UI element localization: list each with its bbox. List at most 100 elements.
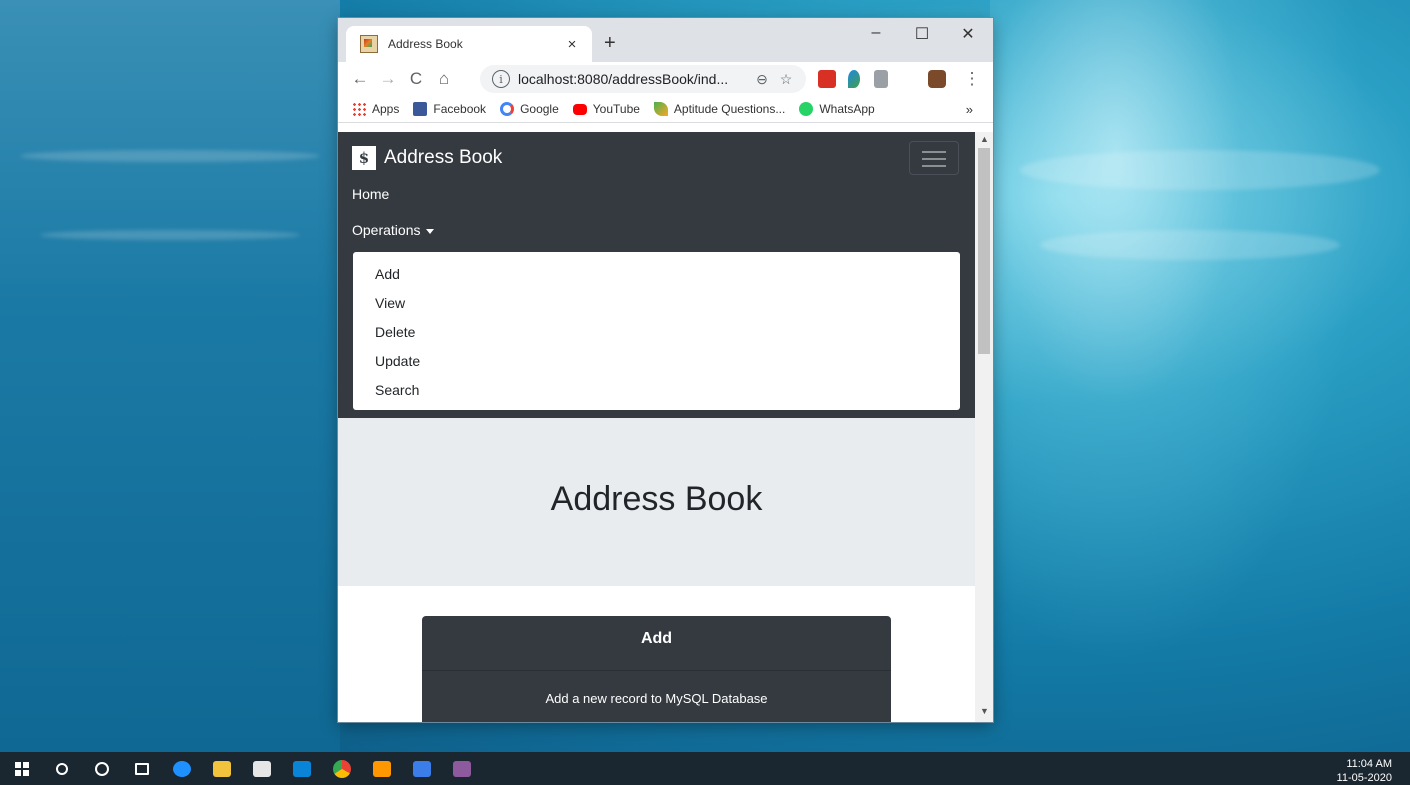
bookmark-label: Aptitude Questions... <box>673 102 786 116</box>
desktop-wallpaper-left <box>0 0 340 752</box>
taskbar-mail[interactable] <box>284 752 320 785</box>
bookmark-facebook[interactable]: Facebook <box>413 102 486 116</box>
bookmark-star-icon[interactable]: ☆ <box>774 71 798 88</box>
bookmark-whatsapp[interactable]: WhatsApp <box>799 102 875 116</box>
wallpaper-streak <box>40 230 300 240</box>
dropdown-item-add[interactable]: Add <box>353 260 960 289</box>
back-icon[interactable]: ← <box>346 69 374 89</box>
clock-time: 11:04 AM <box>1346 758 1392 770</box>
add-card[interactable]: Add Add a new record to MySQL Database <box>422 616 891 722</box>
card-description: Add a new record to MySQL Database <box>545 691 768 706</box>
profile-avatar[interactable] <box>928 70 946 88</box>
extension-feather-icon[interactable] <box>848 70 860 88</box>
forward-icon[interactable]: → <box>374 69 402 89</box>
favicon-icon <box>360 35 378 53</box>
dropdown-item-delete[interactable]: Delete <box>353 318 960 347</box>
cortana-button[interactable] <box>84 752 120 785</box>
taskbar-edge[interactable] <box>164 752 200 785</box>
minimize-button[interactable]: – <box>864 24 888 42</box>
aptitude-icon <box>653 102 668 116</box>
scroll-down-icon[interactable]: ▼ <box>980 706 989 716</box>
address-bar[interactable]: i localhost:8080/addressBook/ind... ⊖ ☆ <box>480 65 806 93</box>
reload-icon[interactable]: C <box>402 69 430 89</box>
tab-title: Address Book <box>388 37 463 51</box>
store-icon <box>253 760 271 777</box>
bookmark-google[interactable]: Google <box>500 102 559 116</box>
extension-download-icon[interactable] <box>874 70 888 88</box>
bookmark-label: Apps <box>372 102 400 116</box>
bookmark-aptitude[interactable]: Aptitude Questions... <box>653 102 786 116</box>
youtube-icon <box>572 103 587 115</box>
nav-dropdown-operations[interactable]: Operations <box>352 222 435 238</box>
search-button[interactable] <box>44 752 80 785</box>
whatsapp-icon <box>799 102 814 116</box>
taskbar-file-explorer[interactable] <box>204 752 240 785</box>
brand-logo-icon: $ <box>352 146 376 170</box>
close-button[interactable]: ✕ <box>956 24 980 44</box>
caret-down-icon <box>426 228 435 234</box>
taskbar-store[interactable] <box>244 752 280 785</box>
clock-date: 11-05-2020 <box>1336 772 1392 784</box>
bookmark-apps[interactable]: Apps <box>352 102 399 116</box>
edge-icon <box>173 760 191 777</box>
page-viewport: $ Address Book Home Operations Add View … <box>338 132 975 722</box>
jumbotron-title: Address Book <box>550 480 763 518</box>
mail-icon <box>293 760 311 777</box>
browser-titlebar: Address Book × + – ☐ ✕ <box>338 18 993 62</box>
dropdown-item-search[interactable]: Search <box>353 376 960 405</box>
bookmarks-more-icon[interactable]: » <box>966 102 973 117</box>
browser-toolbar: ← → C ⌂ i localhost:8080/addressBook/ind… <box>338 62 993 96</box>
nav-link-home[interactable]: Home <box>352 186 389 202</box>
extension-adblock-icon[interactable] <box>818 70 836 88</box>
system-clock[interactable]: 11:04 AM 11-05-2020 <box>1337 757 1392 785</box>
brand-text: Address Book <box>384 147 503 168</box>
navbar-toggler-button[interactable] <box>909 141 959 175</box>
card-title: Add <box>422 616 891 671</box>
cortana-icon <box>95 761 109 776</box>
windows-logo-icon <box>15 761 29 776</box>
browser-tab[interactable]: Address Book × <box>346 26 592 62</box>
wps-icon <box>413 760 431 777</box>
wallpaper-streak <box>1020 150 1380 190</box>
taskbar-sublime[interactable] <box>364 752 400 785</box>
site-navbar: $ Address Book Home Operations Add View … <box>338 132 975 418</box>
nav-dropdown-label: Operations <box>352 222 421 238</box>
dropdown-item-update[interactable]: Update <box>353 347 960 376</box>
bookmark-label: Facebook <box>433 102 487 116</box>
menu-icon[interactable]: ⋮ <box>958 69 986 89</box>
hamburger-icon <box>922 151 946 153</box>
hamburger-icon <box>922 158 946 160</box>
bookmark-label: WhatsApp <box>819 102 875 116</box>
wallpaper-streak <box>1040 230 1340 260</box>
scroll-thumb[interactable] <box>978 148 990 354</box>
taskbar-wps[interactable] <box>404 752 440 785</box>
dropdown-item-view[interactable]: View <box>353 289 960 318</box>
new-tab-button[interactable]: + <box>604 32 616 55</box>
taskbar-app[interactable] <box>444 752 480 785</box>
taskbar-chrome[interactable] <box>324 752 360 785</box>
task-view-icon <box>135 762 149 775</box>
app-icon <box>453 760 471 777</box>
file-explorer-icon <box>213 760 231 777</box>
windows-taskbar: 11:04 AM 11-05-2020 <box>0 752 1410 785</box>
tab-close-icon[interactable]: × <box>562 36 582 53</box>
maximize-button[interactable]: ☐ <box>910 24 934 44</box>
page-scrollbar[interactable]: ▲ ▼ <box>975 132 993 722</box>
search-icon <box>56 762 68 775</box>
bookmark-label: YouTube <box>592 102 640 116</box>
jumbotron: Address Book <box>338 418 975 586</box>
info-icon[interactable]: i <box>492 70 510 88</box>
bookmark-youtube[interactable]: YouTube <box>572 102 640 116</box>
chrome-icon <box>333 759 351 778</box>
home-icon[interactable]: ⌂ <box>430 69 458 89</box>
bookmark-label: Google <box>520 102 559 116</box>
task-view-button[interactable] <box>124 752 160 785</box>
zoom-icon[interactable]: ⊖ <box>750 71 774 88</box>
hamburger-icon <box>922 165 946 167</box>
navbar-brand[interactable]: $ Address Book <box>352 146 502 170</box>
scroll-up-icon[interactable]: ▲ <box>980 134 989 144</box>
wallpaper-streak <box>20 150 320 162</box>
google-icon <box>500 102 515 116</box>
url-text[interactable]: localhost:8080/addressBook/ind... <box>518 71 750 87</box>
start-button[interactable] <box>4 752 40 785</box>
